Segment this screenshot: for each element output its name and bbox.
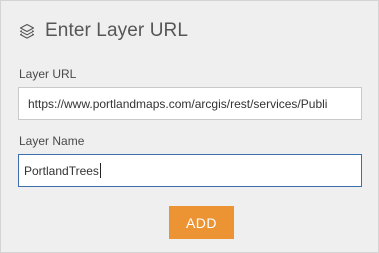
panel-header: Enter Layer URL xyxy=(18,18,188,44)
layer-name-input[interactable]: PortlandTrees xyxy=(18,154,362,187)
layer-url-input[interactable]: https://www.portlandmaps.com/arcgis/rest… xyxy=(18,87,362,120)
add-button[interactable]: ADD xyxy=(169,206,234,239)
text-cursor xyxy=(99,163,101,178)
layers-icon xyxy=(18,22,36,40)
layer-name-value: PortlandTrees xyxy=(24,163,99,178)
enter-layer-url-panel: Enter Layer URL Layer URL https://www.po… xyxy=(0,0,379,253)
layer-url-label: Layer URL xyxy=(19,67,77,81)
layer-url-value: https://www.portlandmaps.com/arcgis/rest… xyxy=(28,96,328,111)
panel-title: Enter Layer URL xyxy=(45,20,189,41)
layer-name-label: Layer Name xyxy=(19,134,85,148)
